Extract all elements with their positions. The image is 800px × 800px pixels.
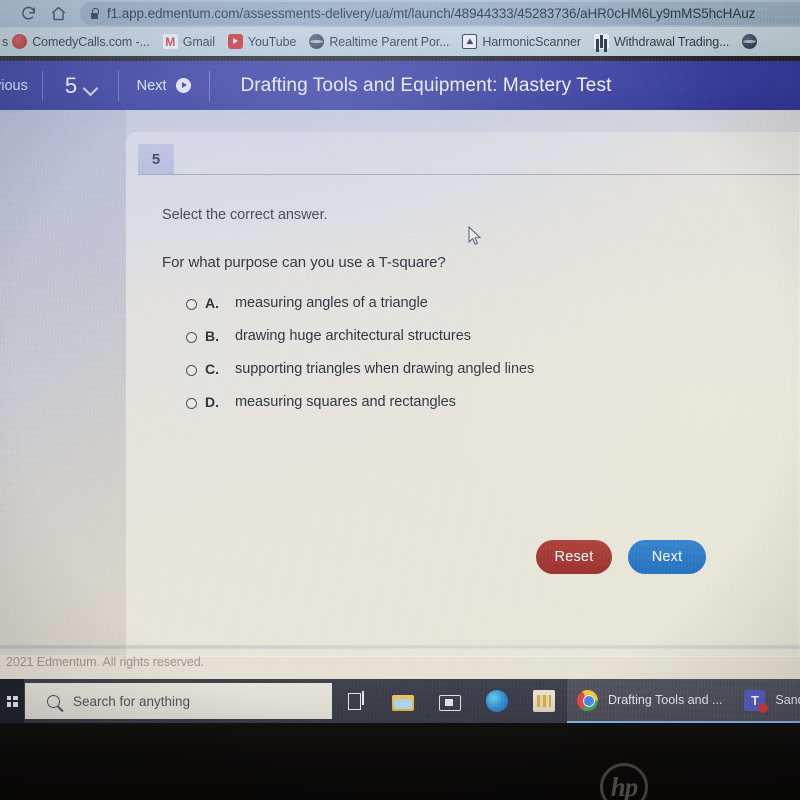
option-letter: B.	[205, 328, 219, 344]
mail-icon	[438, 695, 461, 711]
taskbar-microsoft-store[interactable]	[520, 679, 567, 723]
bookmark-label: HarmonicScanner	[482, 34, 581, 49]
next-nav-button[interactable]: Next	[119, 61, 210, 110]
nav-divider-3	[209, 70, 211, 101]
search-placeholder: Search for anything	[73, 693, 191, 709]
bookmark-overflow[interactable]	[742, 34, 762, 49]
footer-divider	[0, 646, 800, 648]
store-icon	[532, 690, 555, 712]
taskbar-window-teams[interactable]: T Sandra	[734, 679, 800, 723]
option-letter: C.	[205, 361, 219, 377]
answer-options-group: A. measuring angles of a triangle B. dra…	[186, 295, 766, 427]
taskbar-mail[interactable]	[426, 679, 473, 723]
browser-toolbar: f1.app.edmentum.com/assessments-delivery…	[0, 0, 800, 27]
globe-favicon	[309, 34, 325, 49]
option-letter: D.	[205, 394, 219, 410]
option-text: measuring angles of a triangle	[235, 295, 428, 311]
copyright-text: 2021 Edmentum. All rights reserved.	[6, 655, 204, 669]
question-card: 5 Select the correct answer. For what pu…	[126, 132, 800, 657]
answer-option-c[interactable]: C. supporting triangles when drawing ang…	[186, 361, 766, 394]
assessment-title: Drafting Tools and Equipment: Mastery Te…	[240, 74, 612, 96]
windows-logo	[6, 695, 18, 707]
comedycalls-favicon	[12, 34, 28, 49]
taskbar-window-label: Sandra	[775, 693, 800, 707]
answer-option-a[interactable]: A. measuring angles of a triangle	[186, 295, 766, 328]
search-icon	[47, 694, 60, 708]
question-actions: Reset Next	[536, 540, 706, 574]
harmonicscanner-favicon: ⛰	[462, 34, 478, 49]
bookmark-label: YouTube	[247, 34, 297, 49]
bookmark-harmonicscanner[interactable]: ⛰ HarmonicScanner	[462, 34, 581, 49]
radio-button-a[interactable]	[186, 299, 197, 310]
option-text: measuring squares and rectangles	[235, 394, 456, 410]
globe-favicon	[742, 34, 758, 49]
reload-icon[interactable]	[18, 3, 39, 24]
radio-button-d[interactable]	[186, 398, 197, 409]
bookmark-label: Realtime Parent Por...	[329, 34, 450, 49]
address-bar[interactable]: f1.app.edmentum.com/assessments-delivery…	[80, 2, 800, 25]
question-header-divider	[138, 174, 800, 175]
taskbar-window-chrome[interactable]: Drafting Tools and ...	[567, 679, 735, 723]
arrow-right-circle-icon	[176, 78, 192, 93]
bookmarks-bar: s ComedyCalls.com -... M Gmail YouTube R…	[0, 27, 800, 56]
current-question-number: 5	[64, 72, 78, 98]
question-selector[interactable]: 5	[43, 61, 118, 110]
windows-taskbar: Search for anything Drafting Tools and .…	[0, 679, 800, 723]
bookmark-label: Gmail	[182, 34, 215, 49]
lock-icon	[90, 8, 99, 19]
radio-button-b[interactable]	[186, 332, 197, 343]
windows-start-icon[interactable]	[0, 679, 24, 723]
youtube-favicon	[227, 34, 243, 49]
question-instruction: Select the correct answer.	[162, 207, 328, 223]
task-view-icon	[345, 690, 367, 712]
file-explorer-icon	[391, 694, 414, 711]
reset-button[interactable]: Reset	[536, 540, 612, 574]
question-number-badge: 5	[138, 144, 174, 174]
bookmark-label: Withdrawal Trading...	[613, 34, 730, 49]
teams-icon: T	[744, 689, 769, 713]
left-gutter	[0, 110, 126, 655]
taskbar-task-view[interactable]	[332, 679, 379, 723]
option-text: supporting triangles when drawing angled…	[235, 361, 535, 377]
previous-button[interactable]: vious	[0, 61, 42, 110]
taskbar-microsoft-edge[interactable]	[473, 679, 520, 723]
option-letter: A.	[205, 295, 219, 311]
next-nav-label: Next	[136, 77, 167, 94]
taskbar-window-label: Drafting Tools and ...	[608, 693, 723, 707]
bookmark-gmail[interactable]: M Gmail	[162, 34, 215, 49]
laptop-bezel	[0, 723, 800, 800]
option-text: drawing huge architectural structures	[235, 328, 471, 344]
home-icon[interactable]	[48, 3, 69, 24]
assessment-navigation-bar: vious 5 Next Drafting Tools and Equipmen…	[0, 61, 800, 110]
bookmark-label: ComedyCalls.com -...	[32, 34, 150, 49]
assessment-page-body: 5 Select the correct answer. For what pu…	[0, 110, 800, 723]
bookmark-comedycalls[interactable]: ComedyCalls.com -...	[12, 34, 150, 49]
withdrawaltrading-favicon	[593, 34, 609, 49]
chrome-icon	[577, 689, 598, 711]
next-button[interactable]: Next	[628, 540, 706, 574]
bookmark-youtube[interactable]: YouTube	[227, 34, 297, 49]
answer-option-b[interactable]: B. drawing huge architectural structures	[186, 328, 766, 361]
bookmark-realtime-parent-portal[interactable]: Realtime Parent Por...	[309, 34, 449, 49]
chevron-down-icon	[82, 80, 98, 96]
bookmark-withdrawal-trading[interactable]: Withdrawal Trading...	[593, 34, 730, 49]
screen-area: f1.app.edmentum.com/assessments-delivery…	[0, 0, 800, 723]
answer-option-d[interactable]: D. measuring squares and rectangles	[186, 394, 766, 427]
laptop-screen-photo: f1.app.edmentum.com/assessments-delivery…	[0, 0, 800, 800]
taskbar-file-explorer[interactable]	[379, 679, 426, 723]
edge-icon	[485, 690, 508, 712]
gmail-favicon: M	[162, 34, 178, 49]
radio-button-c[interactable]	[186, 365, 197, 376]
search-input[interactable]: Search for anything	[25, 683, 332, 719]
url-text: f1.app.edmentum.com/assessments-delivery…	[107, 6, 756, 21]
question-stem: For what purpose can you use a T-square?	[162, 254, 446, 271]
bookmark-partial[interactable]: s	[2, 35, 8, 49]
